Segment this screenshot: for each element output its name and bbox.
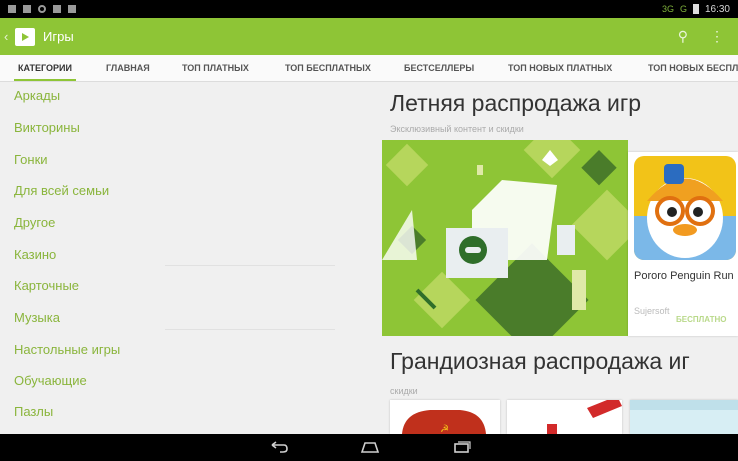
category-item-other[interactable]: Другое [14, 215, 55, 230]
app-thumbnail[interactable] [507, 400, 622, 434]
app-thumbnail[interactable] [630, 400, 738, 434]
download-icon [68, 5, 76, 13]
category-item-casino[interactable]: Казино [14, 247, 56, 262]
search-icon[interactable]: ⚲ [678, 28, 688, 45]
network-type: 3G [661, 4, 674, 14]
tab-top-new-paid[interactable]: ТОП НОВЫХ ПЛАТНЫХ [508, 55, 612, 81]
category-item-puzzle[interactable]: Пазлы [14, 404, 53, 419]
overflow-menu-icon[interactable]: ⋮ [710, 28, 724, 45]
main-content: Аркады Викторины Гонки Для всей семьи Др… [0, 82, 738, 434]
usb-icon [8, 5, 16, 13]
app-name: Pororo Penguin Run [634, 270, 734, 282]
tab-top-new-free[interactable]: ТОП НОВЫХ БЕСПЛ [648, 55, 738, 81]
tab-bestsellers[interactable]: БЕСТСЕЛЛЕРЫ [404, 55, 474, 81]
system-icons: 3G G 16:30 [662, 4, 730, 15]
tab-top-paid[interactable]: ТОП ПЛАТНЫХ [182, 55, 249, 81]
category-item-racing[interactable]: Гонки [14, 152, 48, 167]
summer-sale-banner[interactable] [382, 140, 628, 336]
app-price: БЕСПЛАТНО [676, 315, 727, 324]
home-icon[interactable] [357, 438, 383, 456]
battery-icon [692, 4, 699, 14]
search-notification-icon [38, 5, 46, 13]
category-item-music[interactable]: Музыка [14, 310, 60, 325]
summer-sale-title[interactable]: Летняя распродажа игр [390, 90, 641, 117]
category-list: Аркады Викторины Гонки Для всей семьи Др… [0, 82, 340, 434]
category-item-board[interactable]: Настольные игры [14, 342, 120, 357]
app-developer: Sujersoft [634, 306, 670, 316]
category-item-trivia[interactable]: Викторины [14, 120, 80, 135]
category-item-card[interactable]: Карточные [14, 278, 79, 293]
category-item-arcade[interactable]: Аркады [14, 88, 60, 103]
divider [165, 329, 335, 330]
chevron-left-icon[interactable]: ‹ [4, 29, 13, 44]
divider [165, 265, 335, 266]
tab-top-free[interactable]: ТОП БЕСПЛАТНЫХ [285, 55, 371, 81]
play-store-icon[interactable] [15, 27, 35, 46]
navigation-bar [0, 434, 738, 461]
image-icon [23, 5, 31, 13]
back-arrow-icon[interactable] [266, 438, 292, 456]
recent-apps-icon[interactable] [449, 438, 475, 456]
category-item-educational[interactable]: Обучающие [14, 373, 87, 388]
svg-text:☭: ☭ [440, 424, 449, 434]
notification-icons [8, 5, 76, 13]
tab-bar: КАТЕГОРИИ ГЛАВНАЯ ТОП ПЛАТНЫХ ТОП БЕСПЛА… [0, 55, 738, 82]
grand-sale-thumbnails: ☭ [382, 400, 738, 434]
tab-categories[interactable]: КАТЕГОРИИ [14, 55, 76, 81]
action-bar: ‹ Игры ⚲ ⋮ [0, 18, 738, 55]
summer-sale-subtitle: Эксклюзивный контент и скидки [390, 124, 524, 134]
status-bar: 3G G 16:30 [0, 0, 738, 18]
app-thumbnail[interactable]: ☭ [390, 400, 500, 434]
tab-main[interactable]: ГЛАВНАЯ [106, 55, 150, 81]
sd-card-icon [53, 5, 61, 13]
featured-app-card[interactable]: Pororo Penguin Run Sujersoft БЕСПЛАТНО [628, 152, 738, 336]
page-title: Игры [43, 29, 74, 44]
grand-sale-title[interactable]: Грандиозная распродажа иг [390, 348, 690, 375]
category-item-family[interactable]: Для всей семьи [14, 183, 109, 198]
grand-sale-subtitle: скидки [390, 386, 418, 396]
app-icon [634, 156, 736, 260]
network-type-secondary: G [679, 4, 687, 14]
clock: 16:30 [704, 3, 730, 15]
